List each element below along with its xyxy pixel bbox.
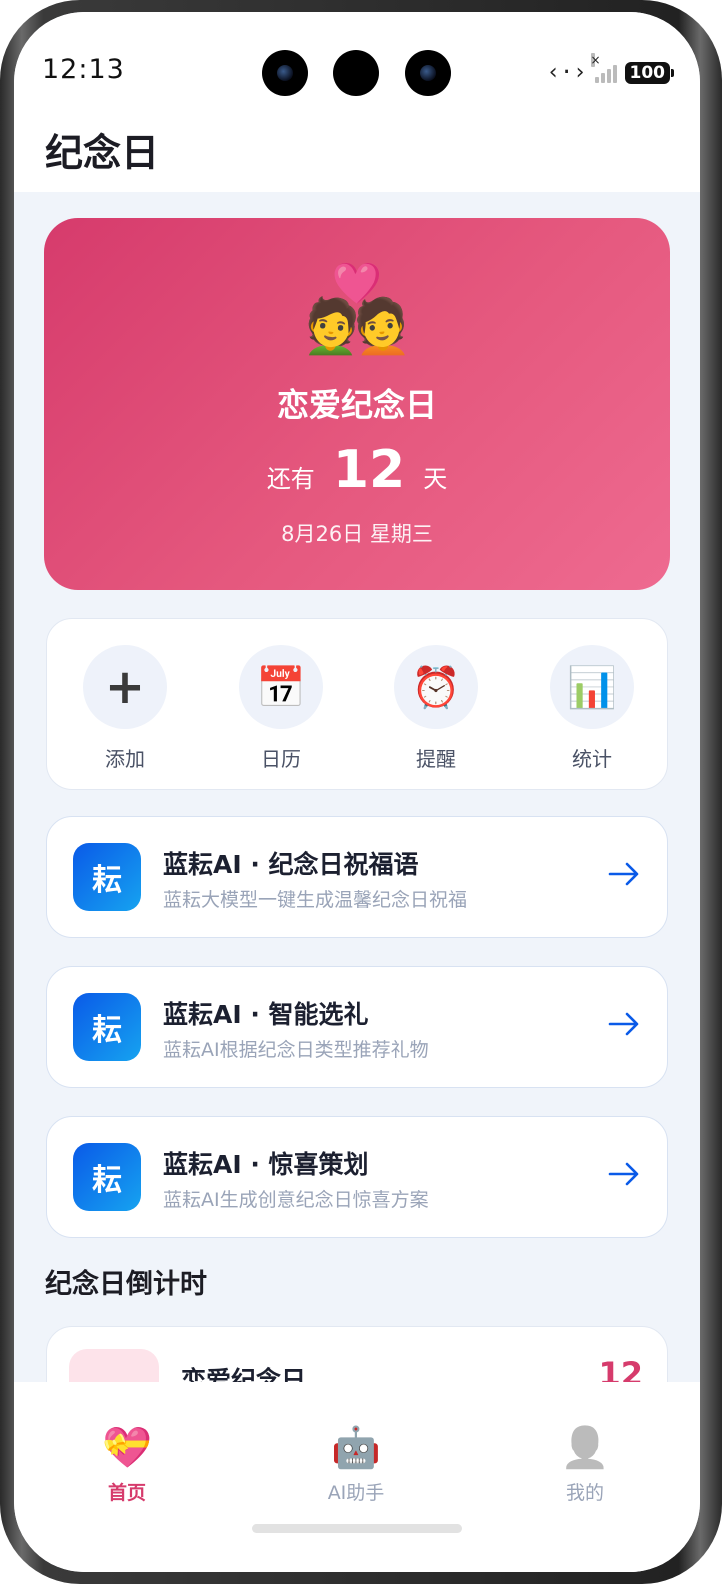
quick-action-calendar[interactable]: 📅 日历	[239, 645, 323, 772]
ai-card-subtitle: 蓝耘AI生成创意纪念日惊喜方案	[163, 1189, 429, 1211]
hero-suffix: 天	[423, 465, 448, 493]
arrow-right-icon	[608, 1012, 639, 1036]
lanyun-logo-icon: 耘	[73, 843, 141, 911]
couple-heart-icon: 💑	[304, 260, 410, 358]
calendar-icon: 📅	[239, 645, 323, 729]
hero-countdown-card[interactable]: 💑 恋爱纪念日 还有 12 天 8月26日 星期三	[44, 218, 670, 590]
quick-action-stats[interactable]: 📊 统计	[550, 645, 634, 772]
section-title: 纪念日倒计时	[45, 1269, 207, 1300]
arrow-right-icon	[608, 1162, 639, 1186]
camera-lens-icon	[262, 50, 308, 96]
ai-card-title: 蓝耘AI · 智能选礼	[163, 1000, 369, 1029]
ai-card-surprise[interactable]: 耘 蓝耘AI · 惊喜策划 蓝耘AI生成创意纪念日惊喜方案	[46, 1116, 668, 1238]
user-silhouette-icon: 👤	[560, 1425, 610, 1471]
ai-card-title: 蓝耘AI · 惊喜策划	[163, 1150, 369, 1179]
quick-action-label: 统计	[572, 747, 612, 771]
hero-prefix: 还有	[266, 465, 315, 493]
quick-actions-panel: + 添加 📅 日历 ⏰ 提醒 📊 统计	[46, 618, 668, 790]
hero-title: 恋爱纪念日	[276, 386, 437, 424]
ai-card-subtitle: 蓝耘大模型一键生成温馨纪念日祝福	[163, 889, 468, 911]
plus-icon: +	[83, 645, 167, 729]
camera-lens-icon	[405, 50, 451, 96]
alarm-clock-icon: ⏰	[394, 645, 478, 729]
page-title: 纪念日	[45, 131, 160, 175]
battery-icon: 100	[624, 61, 674, 84]
signal-icon: ×	[590, 52, 617, 83]
hero-days-number: 12	[332, 440, 406, 500]
bottom-tab-bar: 💝 首页 🤖 AI助手 👤 我的	[14, 1382, 700, 1572]
quick-action-add[interactable]: + 添加	[83, 645, 167, 772]
gift-heart-icon: 💝	[102, 1425, 152, 1471]
lanyun-logo-icon: 耘	[73, 993, 141, 1061]
bar-chart-icon: 📊	[550, 645, 634, 729]
ai-card-subtitle: 蓝耘AI根据纪念日类型推荐礼物	[163, 1039, 429, 1061]
tab-profile[interactable]: 👤 我的	[530, 1424, 640, 1505]
status-bar: 12:13 ‹·› × 100	[14, 12, 700, 112]
hero-date: 8月26日 星期三	[281, 522, 433, 546]
tab-ai-assistant[interactable]: 🤖 AI助手	[301, 1424, 411, 1505]
tab-label: 我的	[565, 1482, 604, 1504]
ai-card-blessing[interactable]: 耘 蓝耘AI · 纪念日祝福语 蓝耘大模型一键生成温馨纪念日祝福	[46, 816, 668, 938]
tab-label: 首页	[107, 1482, 146, 1504]
quick-action-label: 添加	[105, 747, 145, 771]
hero-count-row: 还有 12 天	[44, 440, 670, 500]
phone-frame: 12:13 ‹·› × 100 纪念日 💑 恋爱纪念日 还有 12 天 8月26…	[0, 0, 722, 1584]
header: 纪念日	[14, 112, 700, 192]
camera-icon	[333, 50, 379, 96]
lanyun-logo-icon: 耘	[73, 1143, 141, 1211]
quick-action-label: 日历	[261, 747, 301, 771]
screen: 12:13 ‹·› × 100 纪念日 💑 恋爱纪念日 还有 12 天 8月26…	[14, 12, 700, 1572]
ai-card-title: 蓝耘AI · 纪念日祝福语	[163, 850, 419, 879]
quick-action-label: 提醒	[416, 747, 456, 771]
ai-card-gift[interactable]: 耘 蓝耘AI · 智能选礼 蓝耘AI根据纪念日类型推荐礼物	[46, 966, 668, 1088]
status-icons: ‹·› × 100	[546, 52, 674, 85]
arrow-right-icon	[608, 862, 639, 886]
data-transfer-icon: ‹·›	[546, 60, 587, 85]
status-time: 12:13	[42, 54, 125, 85]
tab-home[interactable]: 💝 首页	[72, 1424, 182, 1505]
tab-label: AI助手	[327, 1482, 385, 1504]
quick-action-reminder[interactable]: ⏰ 提醒	[394, 645, 478, 772]
home-indicator[interactable]	[252, 1524, 462, 1533]
robot-icon: 🤖	[331, 1425, 381, 1471]
